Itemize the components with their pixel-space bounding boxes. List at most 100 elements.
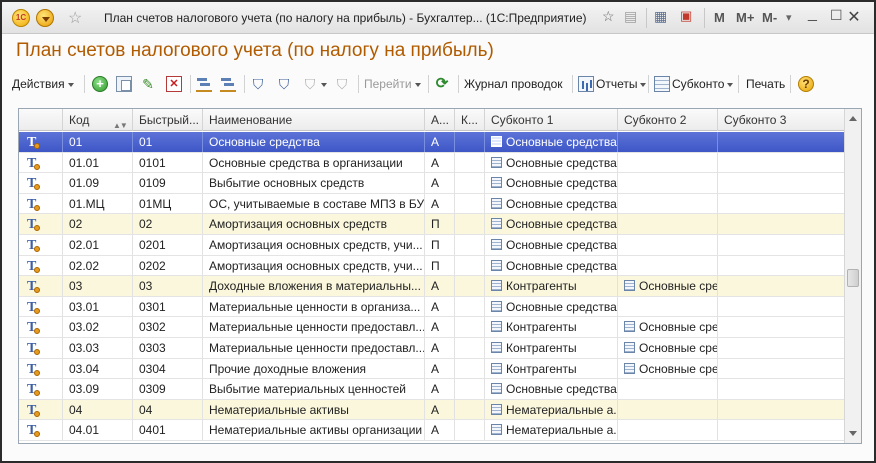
table-row[interactable]: T 01.01 0101 Основные средства в организаци…: [19, 152, 845, 174]
cell-text: А: [431, 135, 440, 149]
cell-name: Прочие доходные вложения: [203, 358, 425, 379]
maximize-icon[interactable]: ☐: [830, 7, 843, 24]
header-subconto-3[interactable]: Субконто 3: [718, 109, 845, 131]
delete-icon[interactable]: ✕: [166, 76, 182, 92]
table-row[interactable]: T 03.01 0301 Материальные ценности в органи…: [19, 296, 845, 318]
table-row[interactable]: T 02.02 0202 Амортизация основных средств, …: [19, 255, 845, 277]
cell-quick: 0109: [133, 173, 203, 194]
cell-text: П: [431, 238, 440, 252]
cell-text: ОС, учитываемые в составе МПЗ в БУ: [209, 196, 425, 211]
cell-s2: [618, 214, 718, 235]
cell-quick: 01: [133, 132, 203, 152]
add-icon[interactable]: +: [92, 76, 108, 92]
filter-icon[interactable]: ⛉: [250, 76, 266, 92]
cell-code: 02.02: [63, 255, 133, 276]
cell-text: 01.МЦ: [69, 196, 105, 211]
chevron-down-icon[interactable]: ▾: [786, 11, 792, 24]
table-row[interactable]: T 03.02 0302 Материальные ценности предоста…: [19, 317, 845, 338]
calendar-icon[interactable]: ▣: [680, 8, 692, 24]
level-up-icon[interactable]: [220, 76, 236, 92]
cell-s2: [618, 193, 718, 214]
header-active[interactable]: А...: [425, 109, 455, 131]
accounts-table[interactable]: Код ▲▼ Быстрый... Наименование А... К... …: [18, 108, 862, 444]
clear-filter-icon[interactable]: ⛉: [334, 76, 350, 92]
table-row[interactable]: T 03.03 0303 Материальные ценности предоста…: [19, 338, 845, 359]
header-qty[interactable]: К...: [455, 109, 485, 131]
edit-pencil-icon[interactable]: ✎: [140, 76, 156, 92]
header-subconto-1[interactable]: Субконто 1: [485, 109, 618, 131]
cell-text: Амортизация основных средств: [209, 217, 388, 232]
scroll-down-arrow-icon[interactable]: [849, 431, 857, 436]
vertical-scrollbar[interactable]: [844, 109, 861, 443]
account-type-cell: T: [19, 152, 63, 173]
scroll-thumb[interactable]: [847, 269, 859, 287]
table-row[interactable]: T 04 04 Нематериальные активы А Нематериальны…: [19, 399, 845, 421]
account-icon: T: [27, 259, 41, 274]
table-header: Код ▲▼ Быстрый... Наименование А... К... …: [19, 109, 845, 131]
account-icon: T: [27, 423, 41, 438]
refresh-icon[interactable]: ⟳: [434, 76, 450, 92]
memory-button-mminus[interactable]: M-: [762, 10, 777, 25]
filter-history-icon[interactable]: ⛉: [302, 76, 318, 92]
cell-s2: [618, 420, 718, 441]
account-icon: T: [27, 156, 41, 171]
reports-menu-button[interactable]: Отчеты: [596, 74, 647, 94]
account-type-cell: T: [19, 317, 63, 338]
main-menu-button[interactable]: [36, 9, 54, 27]
print-button[interactable]: Печать: [746, 74, 785, 94]
cell-text: Контрагенты: [506, 361, 577, 376]
minimize-icon[interactable]: _: [808, 5, 817, 23]
table-row[interactable]: T 01.МЦ 01МЦ ОС, учитываемые в составе МПЗ …: [19, 193, 845, 215]
filter-history-dropdown[interactable]: [318, 74, 327, 94]
account-icon: T: [27, 176, 41, 191]
header-subconto-2[interactable]: Субконто 2: [618, 109, 718, 131]
calculator-icon[interactable]: ▦: [654, 8, 667, 25]
goto-menu-button[interactable]: Перейти: [364, 74, 421, 94]
table-row[interactable]: T 02.01 0201 Амортизация основных средств, …: [19, 235, 845, 256]
cell-text: А: [431, 402, 440, 417]
scroll-up-arrow-icon[interactable]: [849, 116, 857, 121]
copy-icon[interactable]: [116, 76, 132, 92]
history-icon[interactable]: ▤: [624, 8, 637, 25]
cell-text: Амортизация основных средств, учи...: [209, 258, 423, 273]
table-row[interactable]: T 03.09 0309 Выбытие материальных ценностей…: [19, 379, 845, 400]
table-row[interactable]: T 03.04 0304 Прочие доходные вложения А Контр…: [19, 358, 845, 380]
favorites-star-icon-right[interactable]: ☆: [602, 8, 615, 25]
actions-label: Действия: [12, 77, 65, 91]
window-title: План счетов налогового учета (по налогу …: [104, 11, 587, 25]
cell-text: Выбытие основных средств: [209, 176, 365, 191]
cell-s3: [718, 152, 845, 173]
journal-button[interactable]: Журнал проводок: [464, 74, 563, 94]
close-icon[interactable]: ✕: [844, 8, 864, 28]
cell-text: 0309: [139, 382, 166, 397]
header-name[interactable]: Наименование: [203, 109, 425, 131]
app-logo-icon[interactable]: 1С: [12, 9, 30, 27]
table-row[interactable]: T 02 02 Амортизация основных средств П Основн…: [19, 214, 845, 235]
cell-code: 01.09: [63, 173, 133, 194]
cell-name: Материальные ценности предоставл...: [203, 317, 425, 338]
memory-button-mplus[interactable]: M+: [736, 10, 754, 25]
app-window: 1С ☆ План счетов налогового учета (по на…: [0, 0, 876, 463]
cell-name: Амортизация основных средств, учи...: [203, 255, 425, 276]
header-code[interactable]: Код ▲▼: [63, 109, 133, 131]
hierarchy-icon[interactable]: [196, 76, 212, 92]
filter-by-value-icon[interactable]: ⛉: [276, 76, 292, 92]
toolbar-separator: [358, 75, 359, 93]
table-row[interactable]: T 01 01 Основные средства А Основные средства: [19, 132, 845, 153]
cell-text: 01: [69, 135, 83, 149]
cell-k: [455, 317, 485, 338]
cell-text: Основные средства: [506, 238, 617, 252]
header-quick[interactable]: Быстрый...: [133, 109, 203, 131]
toolbar-separator: [190, 75, 191, 93]
memory-button-m[interactable]: M: [714, 10, 725, 25]
cell-text: 02: [139, 217, 153, 232]
subconto-table-icon: [654, 76, 670, 92]
table-row[interactable]: T 03 03 Доходные вложения в материальны... А…: [19, 276, 845, 297]
form-toolbar: Действия + ✎ ✕ ⛉ ⛉ ⛉ ⛉ Перейти ⟳ Журнал …: [10, 72, 866, 96]
subconto-menu-button[interactable]: Субконто: [672, 74, 734, 94]
table-row[interactable]: T 04.01 0401 Нематериальные активы организа…: [19, 420, 845, 441]
table-row[interactable]: T 01.09 0109 Выбытие основных средств А Основ…: [19, 173, 845, 194]
help-icon[interactable]: ?: [798, 76, 814, 92]
favorites-star-icon[interactable]: ☆: [68, 8, 82, 28]
actions-menu-button[interactable]: Действия: [12, 74, 74, 94]
